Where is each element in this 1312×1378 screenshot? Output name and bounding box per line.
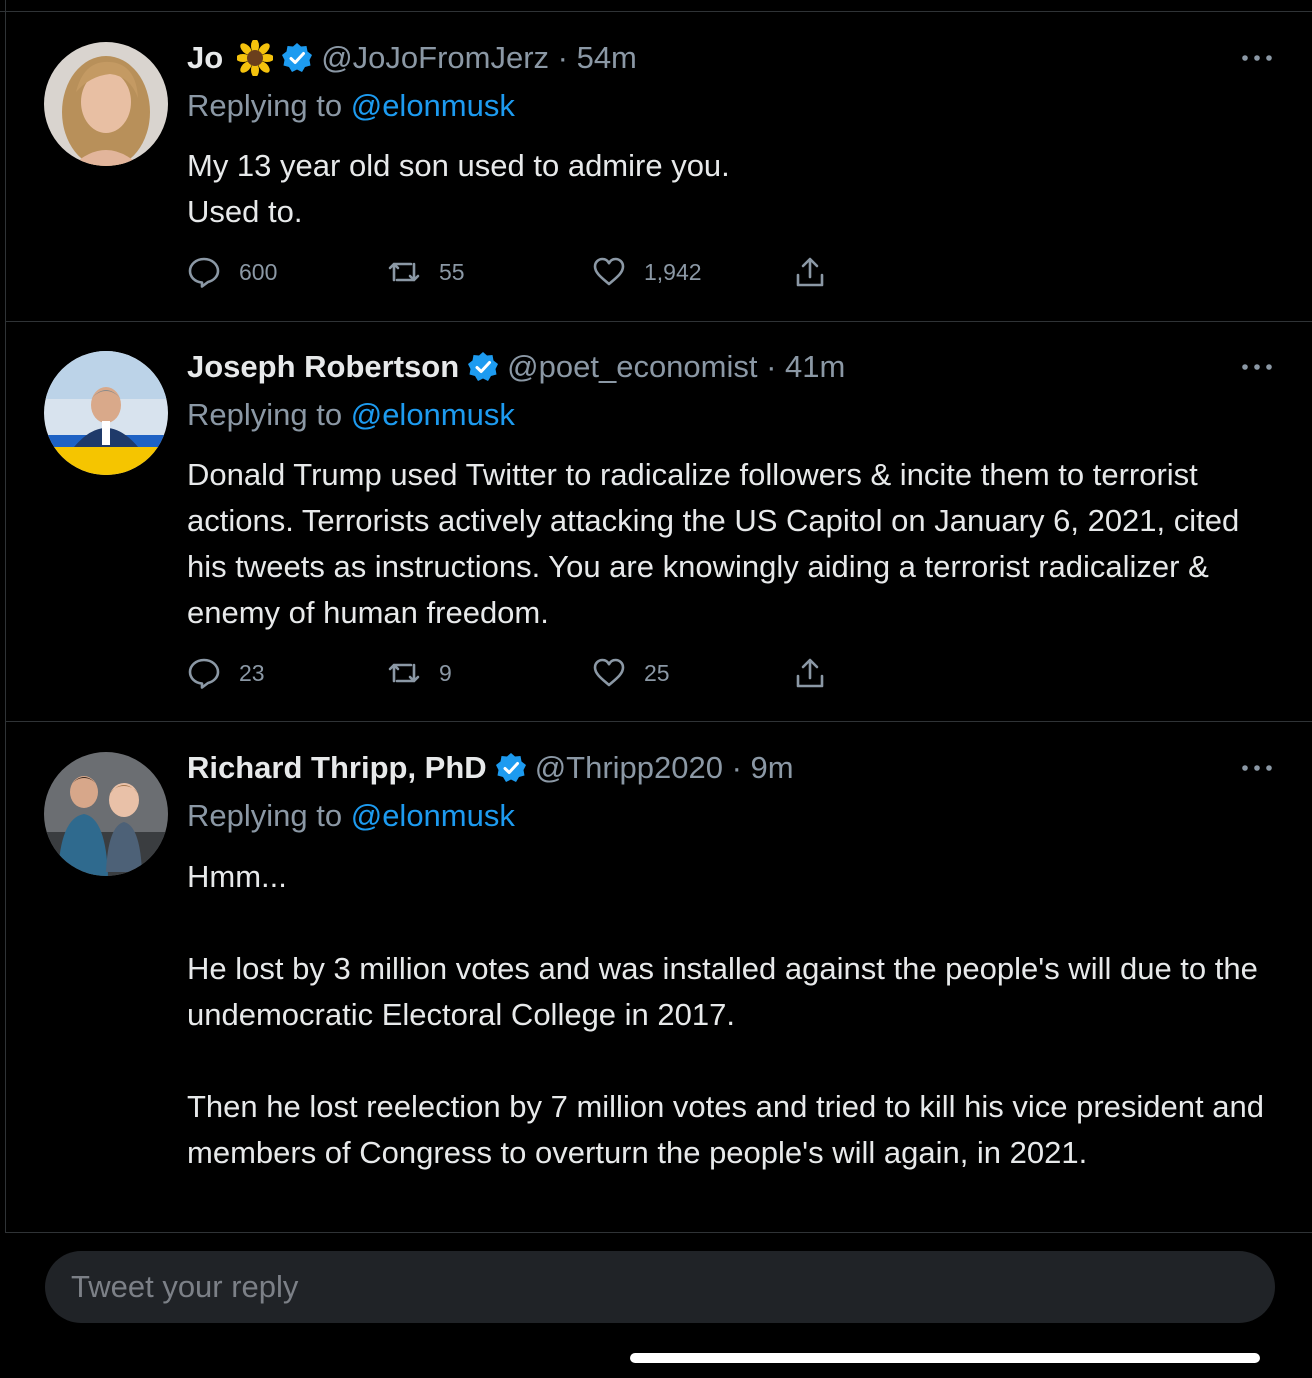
author-handle-time[interactable]: @Thripp2020 · 9m [535, 750, 794, 786]
reply-count: 23 [239, 659, 265, 686]
retweet-button[interactable]: 55 [387, 252, 465, 292]
like-button[interactable]: 25 [592, 653, 670, 693]
like-count: 25 [644, 659, 670, 686]
reply-icon [188, 257, 220, 288]
mention-link[interactable]: @elonmusk [351, 397, 515, 432]
verified-badge-icon [467, 351, 499, 383]
avatar[interactable] [44, 351, 168, 475]
tweet-divider [5, 321, 1312, 322]
tweet-text: My 13 year old son used to admire you. U… [187, 148, 730, 229]
like-count: 1,942 [644, 258, 702, 285]
retweet-count: 55 [439, 258, 465, 285]
heart-icon [593, 658, 625, 687]
reply-input[interactable] [69, 1268, 1223, 1306]
author-name[interactable]: Jo [187, 40, 223, 76]
reply-count: 600 [239, 258, 278, 285]
avatar[interactable] [44, 42, 168, 166]
heart-icon [593, 257, 625, 286]
tweet-actions: 600 55 1,942 [187, 252, 887, 292]
tweet-text: Hmm... He lost by 3 million votes and wa… [187, 859, 1264, 1170]
sunflower-icon [236, 39, 275, 77]
retweet-icon [388, 663, 420, 683]
avatar-image-family [44, 752, 168, 876]
reply-button[interactable]: 600 [187, 252, 277, 292]
share-button[interactable] [793, 653, 845, 693]
tweet-divider [5, 721, 1312, 722]
author-handle-time[interactable]: @JoJoFromJerz · 54m [321, 40, 637, 76]
retweet-button[interactable]: 9 [387, 653, 452, 693]
retweet-icon [388, 262, 420, 282]
more-options-icon[interactable] [1240, 361, 1274, 373]
replying-to: Replying to @elonmusk [187, 798, 515, 833]
share-icon [796, 257, 824, 287]
avatar[interactable] [44, 752, 168, 876]
verified-badge-icon [495, 752, 527, 784]
author-name[interactable]: Richard Thripp, PhD [187, 750, 487, 786]
reply-composer[interactable] [45, 1251, 1275, 1323]
share-icon [796, 658, 824, 688]
like-button[interactable]: 1,942 [592, 252, 702, 292]
replying-to: Replying to @elonmusk [187, 397, 515, 432]
composer-divider [5, 1232, 1312, 1233]
tweet-text: Donald Trump used Twitter to radicalize … [187, 457, 1240, 630]
more-options-icon[interactable] [1240, 762, 1274, 774]
avatar-image-woman [44, 42, 168, 166]
tweet-actions: 23 9 25 [187, 653, 887, 693]
reply-button[interactable]: 23 [187, 653, 265, 693]
verified-badge-icon [281, 42, 313, 74]
author-name[interactable]: Joseph Robertson [187, 349, 459, 385]
more-options-icon[interactable] [1240, 52, 1274, 64]
top-divider [0, 11, 1312, 12]
retweet-count: 9 [439, 659, 452, 686]
left-border [5, 0, 6, 1232]
replying-to: Replying to @elonmusk [187, 88, 515, 123]
author-handle-time[interactable]: @poet_economist · 41m [507, 349, 845, 385]
mention-link[interactable]: @elonmusk [351, 88, 515, 123]
mention-link[interactable]: @elonmusk [351, 798, 515, 833]
reply-icon [188, 658, 220, 689]
avatar-image-speaker [44, 351, 168, 475]
share-button[interactable] [793, 252, 845, 292]
home-indicator[interactable] [630, 1353, 1260, 1363]
